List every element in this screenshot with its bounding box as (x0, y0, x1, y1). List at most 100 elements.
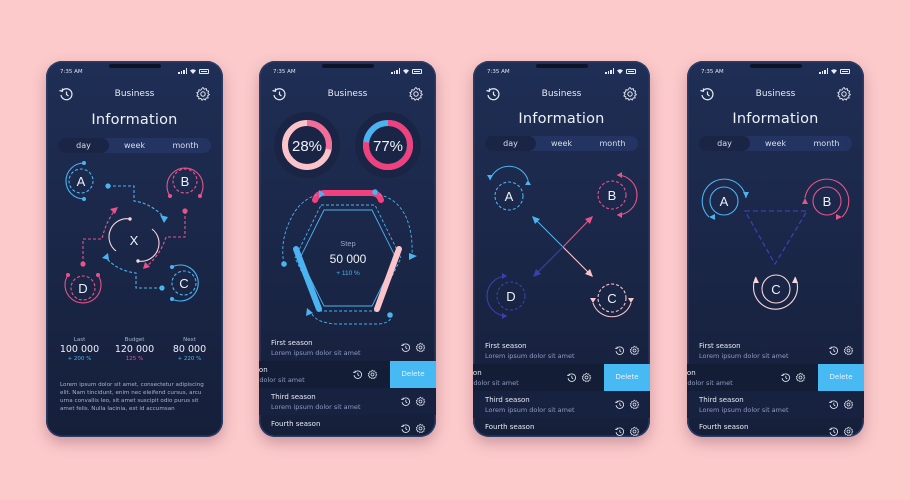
battery-icon (412, 68, 422, 74)
step-label: Step (340, 239, 355, 248)
app-header: Business (56, 85, 213, 105)
history-icon[interactable] (614, 345, 625, 356)
tab-day[interactable]: day (58, 138, 109, 153)
tab-day[interactable]: day (699, 136, 750, 151)
list-item[interactable]: Third season Lorem ipsum dolor sit amet (473, 391, 650, 418)
gear-icon[interactable] (843, 399, 854, 410)
gear-icon[interactable] (622, 86, 638, 102)
donut-label: 28% (292, 138, 322, 155)
wifi-icon (617, 68, 623, 74)
gear-icon[interactable] (843, 426, 854, 437)
gear-icon[interactable] (836, 86, 852, 102)
node-a-label: A (505, 189, 514, 204)
list-item[interactable]: Third season Lorem ipsum dolor sit amet (687, 391, 864, 418)
gear-icon[interactable] (629, 399, 640, 410)
tab-day[interactable]: day (485, 136, 536, 151)
list-item[interactable]: First season Lorem ipsum dolor sit amet (473, 337, 650, 364)
gear-icon[interactable] (581, 372, 592, 383)
status-time: 7:35 AM (487, 69, 510, 75)
list-item-subtitle: Lorem ipsum dolor sit amet (271, 403, 361, 411)
list-item[interactable]: Third season Lorem ipsum dolor sit amet (259, 388, 436, 415)
gear-icon[interactable] (629, 345, 640, 356)
list-item[interactable]: First season Lorem ipsum dolor sit amet (687, 337, 864, 364)
delete-button[interactable]: Delete (818, 364, 864, 391)
gear-icon[interactable] (415, 423, 426, 434)
history-icon[interactable] (828, 426, 839, 437)
page-title: Information (518, 111, 605, 127)
history-icon[interactable] (400, 396, 411, 407)
gear-icon[interactable] (843, 345, 854, 356)
list-item[interactable]: Fourth season (687, 418, 864, 437)
gear-icon[interactable] (795, 372, 806, 383)
node-c-label: C (771, 282, 780, 297)
status-time: 7:35 AM (60, 69, 83, 75)
gear-icon[interactable] (415, 342, 426, 353)
list-item-subtitle: Lorem ipsum dolor sit amet (699, 406, 789, 414)
history-icon[interactable] (400, 342, 411, 353)
signal-icon (605, 68, 614, 74)
delete-button[interactable]: Delete (390, 361, 436, 388)
status-time: 7:35 AM (701, 69, 724, 75)
tab-week[interactable]: week (109, 138, 160, 153)
list-item-title: Third season (699, 396, 744, 404)
history-icon[interactable] (780, 372, 791, 383)
donut-chart-77: 77% (355, 112, 421, 178)
season-list: First season Lorem ipsum dolor sit amet … (259, 334, 436, 437)
stat-next: Next 80 000 + 220 % (162, 337, 217, 362)
node-c-label: C (179, 276, 188, 291)
triangle-diagram: A B C (701, 178, 850, 310)
gear-icon[interactable] (629, 426, 640, 437)
gear-icon[interactable] (408, 86, 424, 102)
wifi-icon (831, 68, 837, 74)
flow-diagram: A B C D X (64, 161, 204, 304)
step-change: + 110 % (336, 270, 360, 277)
history-icon[interactable] (828, 345, 839, 356)
gear-icon[interactable] (415, 396, 426, 407)
stat-label: Next (183, 337, 196, 343)
tab-month[interactable]: month (801, 136, 852, 151)
header-title: Business (755, 89, 796, 99)
signal-icon (391, 68, 400, 74)
period-tabs: day week month (58, 138, 211, 153)
battery-icon (199, 68, 209, 74)
history-icon[interactable] (614, 399, 625, 410)
delete-button[interactable]: Delete (604, 364, 650, 391)
stat-label: Budget (124, 337, 145, 343)
tab-month[interactable]: month (587, 136, 638, 151)
tab-week[interactable]: week (536, 136, 587, 151)
tab-week[interactable]: week (750, 136, 801, 151)
list-item-title: Fourth season (271, 420, 321, 428)
node-a-label: A (720, 194, 729, 209)
list-item[interactable]: Fourth season (473, 418, 650, 437)
list-item[interactable]: First season Lorem ipsum dolor sit amet (259, 334, 436, 361)
gear-icon[interactable] (195, 86, 211, 102)
app-header: Business (483, 85, 640, 105)
stat-change: 125 % (125, 356, 144, 362)
list-item-swiped[interactable]: ason m dolor sit amet Delete (687, 364, 864, 391)
list-item-swiped[interactable]: ason m dolor sit amet Delete (259, 361, 436, 388)
list-item-subtitle: m dolor sit amet (687, 379, 733, 387)
wifi-icon (403, 68, 409, 74)
header-title: Business (327, 89, 368, 99)
history-icon[interactable] (400, 423, 411, 434)
list-item-swiped[interactable]: ason m dolor sit amet Delete (473, 364, 650, 391)
app-header: Business (269, 85, 426, 105)
season-list: First season Lorem ipsum dolor sit amet … (687, 337, 864, 437)
list-item-title: Fourth season (485, 423, 535, 431)
status-bar: 7:35 AM (701, 68, 850, 78)
history-icon[interactable] (352, 369, 363, 380)
history-icon[interactable] (828, 399, 839, 410)
list-item[interactable]: Fourth season (259, 415, 436, 437)
stat-last: Last 100 000 + 200 % (52, 337, 107, 362)
phone-screen-information-flow: 7:35 AM Business Information day week mo… (46, 61, 223, 437)
node-a-label: A (77, 174, 86, 189)
gear-icon[interactable] (367, 369, 378, 380)
phone-screen-triangle-flow: 7:35 AM Business Information day week mo… (687, 61, 864, 437)
history-icon[interactable] (566, 372, 577, 383)
history-icon[interactable] (614, 426, 625, 437)
node-b[interactable] (597, 174, 638, 216)
header-title: Business (114, 89, 155, 99)
signal-icon (819, 68, 828, 74)
tab-month[interactable]: month (160, 138, 211, 153)
header-title: Business (541, 89, 582, 99)
